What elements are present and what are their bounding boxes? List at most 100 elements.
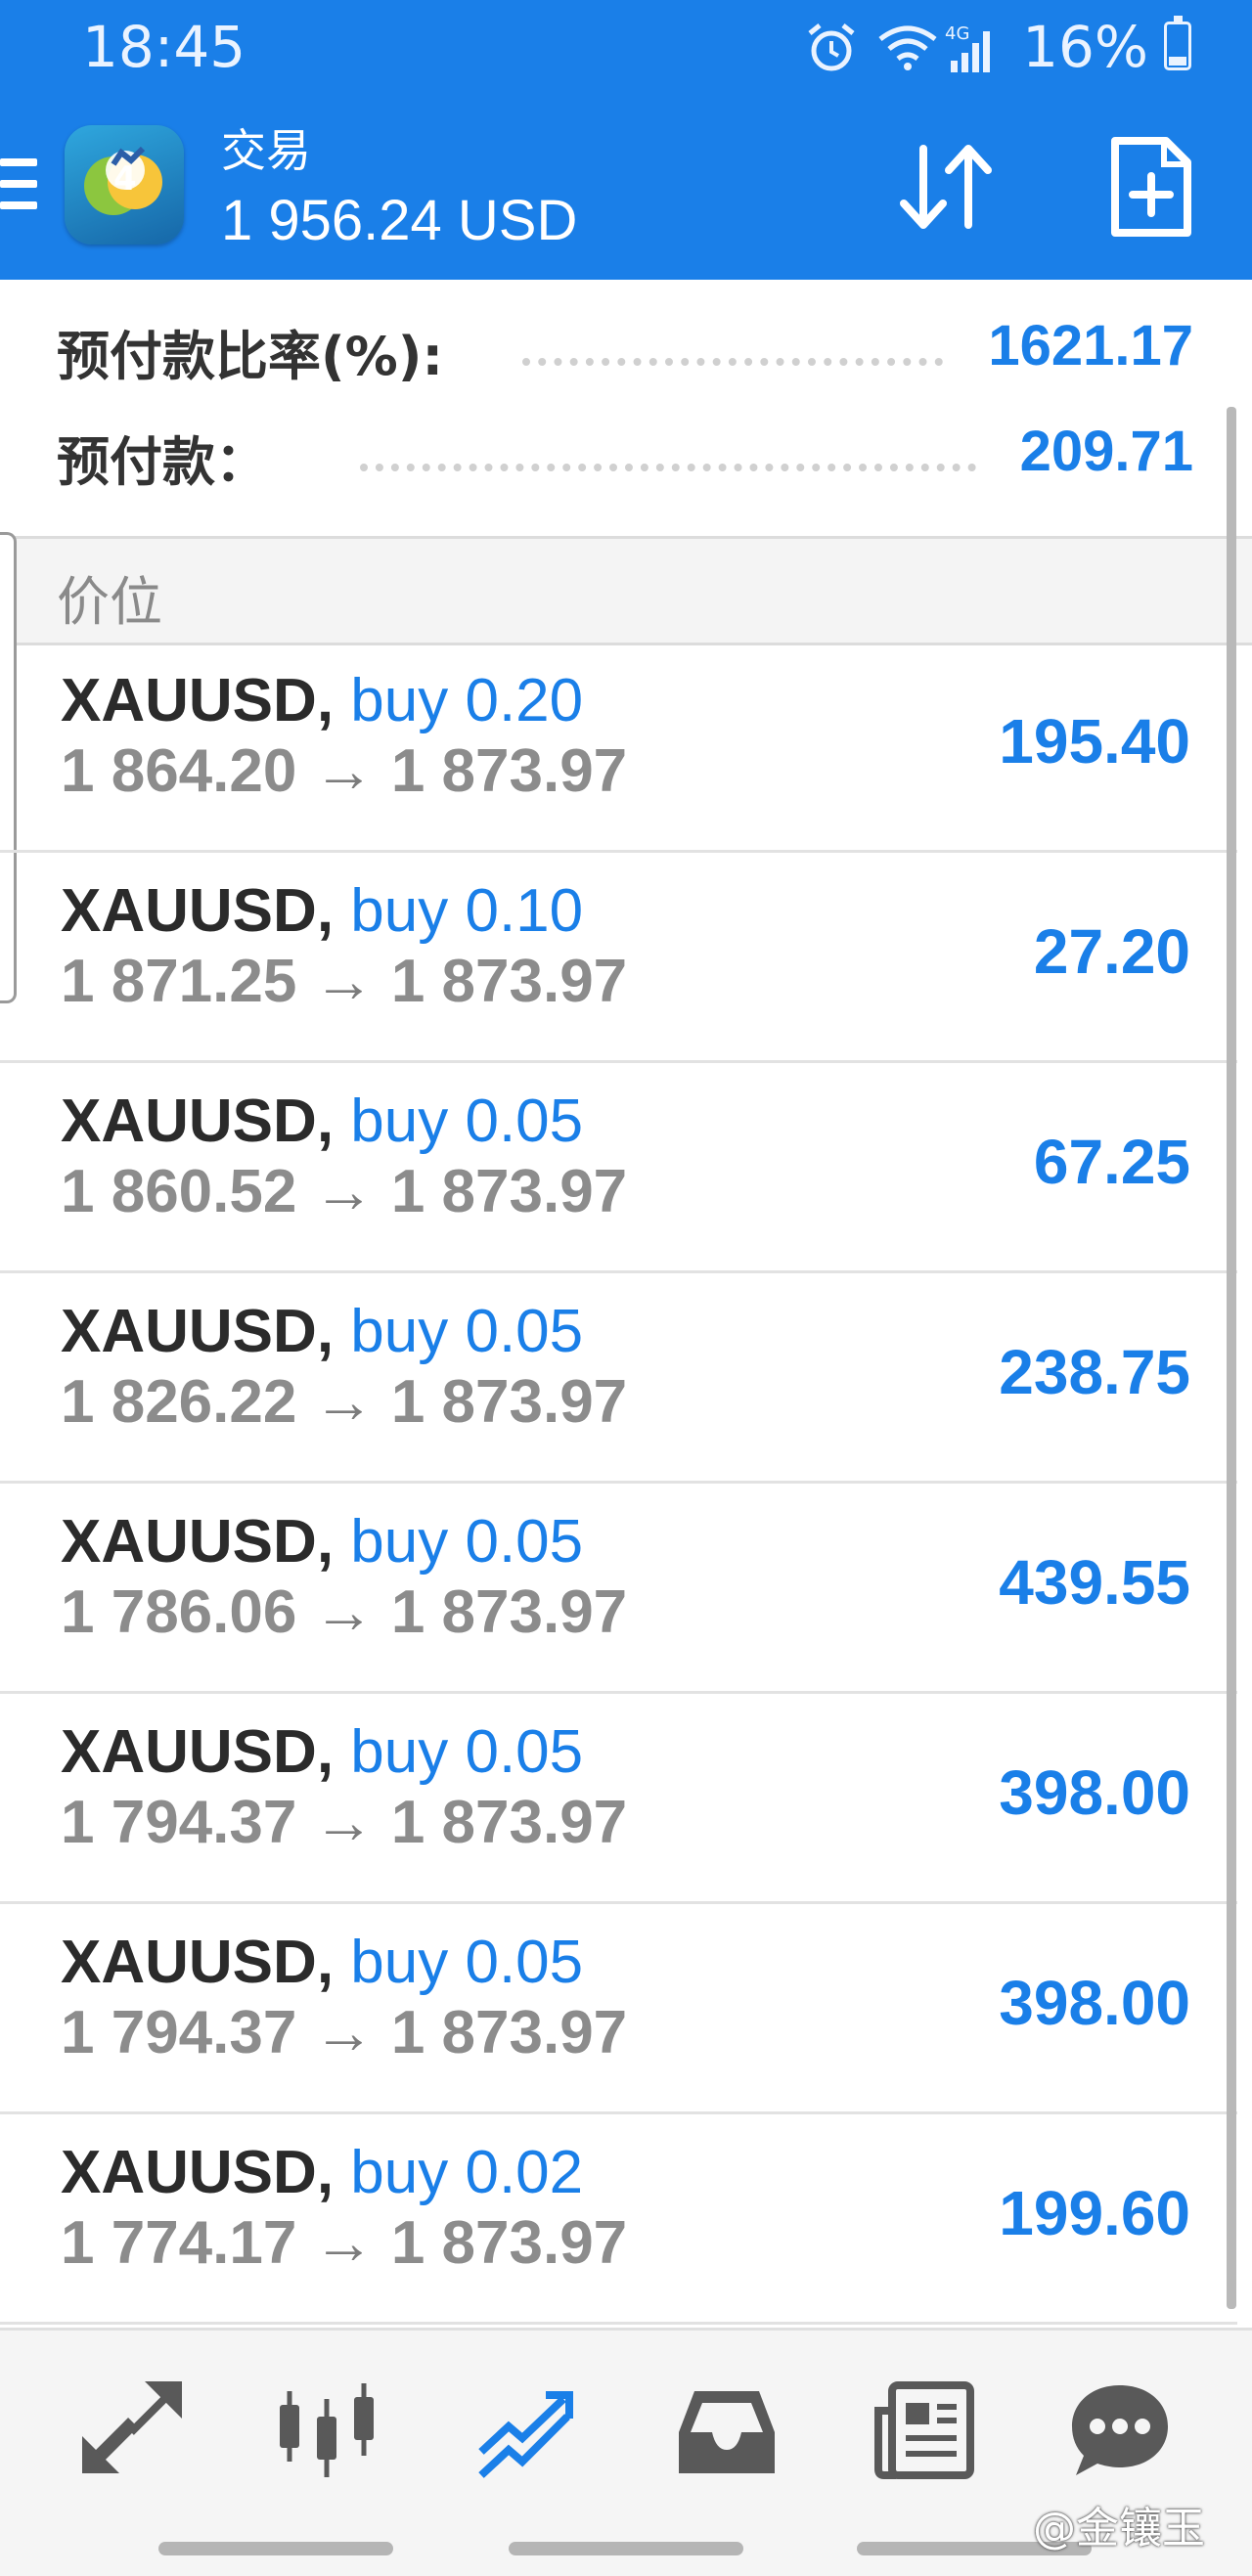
price-arrow: → [313, 2209, 375, 2277]
position-type: buy 0.05 [350, 1088, 584, 1155]
price-arrow: → [313, 1158, 375, 1225]
open-price: 1 774.17 [61, 2209, 297, 2277]
chart-icon[interactable] [274, 2377, 381, 2485]
svg-text:4: 4 [113, 159, 137, 199]
position-separator: , [316, 1929, 335, 1996]
menu-icon[interactable] [0, 158, 37, 213]
position-separator: , [316, 1088, 335, 1155]
open-price: 1 794.37 [61, 1789, 297, 1856]
current-price: 1 873.97 [390, 1368, 628, 1436]
position-row[interactable]: XAUUSD, buy 0.05 1 794.37 → 1 873.97 398.0… [0, 1694, 1237, 1904]
nav-bar-indicator [509, 2542, 743, 2555]
position-type: buy 0.05 [350, 1929, 584, 1996]
price-arrow: → [313, 948, 375, 1015]
price-arrow: → [313, 1368, 375, 1436]
position-profit: 238.75 [999, 1337, 1190, 1407]
position-row[interactable]: XAUUSD, buy 0.02 1 774.17 → 1 873.97 199.6… [0, 2114, 1237, 2325]
watermark: @金镶玉 [1033, 2504, 1205, 2554]
position-prices: 1 786.06 → 1 873.97 [61, 1577, 627, 1647]
position-symbol: XAUUSD [61, 877, 317, 945]
alarm-icon [808, 23, 855, 71]
current-price: 1 873.97 [390, 2209, 628, 2277]
signal-4g-icon: 4G [945, 23, 990, 72]
toolbar: 4 交易 1 956.24 USD [0, 94, 1252, 280]
position-separator: , [316, 1508, 335, 1576]
margin-level-row: 预付款比率(%): 1621.17 [0, 295, 1252, 393]
scrollbar[interactable] [1227, 407, 1236, 2309]
position-profit: 398.00 [999, 1757, 1190, 1828]
position-profit: 199.60 [999, 2178, 1190, 2248]
position-type: buy 0.10 [350, 877, 584, 945]
positions-header[interactable]: 价位 [0, 536, 1252, 645]
position-row[interactable]: XAUUSD, buy 0.10 1 871.25 → 1 873.97 27.20 [0, 853, 1237, 1063]
open-price: 1 864.20 [61, 737, 297, 805]
open-price: 1 871.25 [61, 948, 297, 1015]
dotted-leader [360, 454, 976, 471]
dotted-leader [522, 348, 943, 366]
price-arrow: → [313, 1789, 375, 1856]
open-price: 1 794.37 [61, 1999, 297, 2066]
position-prices: 1 794.37 → 1 873.97 [61, 1998, 627, 2067]
battery-icon [1164, 16, 1191, 70]
position-profit: 27.20 [1033, 916, 1190, 987]
position-separator: , [316, 2139, 335, 2206]
position-separator: , [316, 877, 335, 945]
battery-percent: 16% [1022, 14, 1148, 80]
position-prices: 1 774.17 → 1 873.97 [61, 2208, 627, 2278]
position-prices: 1 871.25 → 1 873.97 [61, 947, 627, 1016]
open-price: 1 826.22 [61, 1368, 297, 1436]
position-profit: 195.40 [999, 706, 1190, 777]
position-title: XAUUSD, buy 0.05 [61, 1717, 583, 1787]
position-type: buy 0.05 [350, 1718, 584, 1786]
new-order-icon[interactable] [1097, 133, 1205, 241]
price-arrow: → [313, 1578, 375, 1646]
position-prices: 1 860.52 → 1 873.97 [61, 1157, 627, 1226]
position-type: buy 0.05 [350, 1508, 584, 1576]
margin-level-value: 1621.17 [988, 314, 1193, 378]
position-title: XAUUSD, buy 0.05 [61, 1507, 583, 1577]
quotes-icon[interactable] [78, 2377, 186, 2485]
current-price: 1 873.97 [390, 1158, 628, 1225]
news-icon[interactable] [871, 2377, 978, 2485]
margin-level-label: 预付款比率(%): [57, 326, 444, 387]
position-row[interactable]: XAUUSD, buy 0.05 1 786.06 → 1 873.97 439.5… [0, 1484, 1237, 1694]
position-profit: 439.55 [999, 1547, 1190, 1618]
svg-text:4G: 4G [945, 23, 969, 44]
position-symbol: XAUUSD [61, 667, 317, 734]
position-title: XAUUSD, buy 0.05 [61, 1928, 583, 1997]
sort-icon[interactable] [892, 133, 1000, 241]
position-symbol: XAUUSD [61, 1298, 317, 1365]
chat-icon[interactable] [1066, 2377, 1174, 2485]
margin-value: 209.71 [1019, 420, 1193, 483]
position-prices: 1 794.37 → 1 873.97 [61, 1788, 627, 1857]
positions-header-label: 价位 [57, 571, 162, 633]
position-separator: , [316, 1298, 335, 1365]
position-title: XAUUSD, buy 0.10 [61, 876, 583, 946]
nav-bar-indicator [158, 2542, 393, 2555]
position-row[interactable]: XAUUSD, buy 0.05 1 794.37 → 1 873.97 398.0… [0, 1904, 1237, 2114]
current-price: 1 873.97 [390, 948, 628, 1015]
history-icon[interactable] [673, 2377, 781, 2485]
position-prices: 1 864.20 → 1 873.97 [61, 736, 627, 806]
position-symbol: XAUUSD [61, 1929, 317, 1996]
trade-icon[interactable] [473, 2377, 581, 2485]
margin-label: 预付款： [57, 431, 268, 493]
position-symbol: XAUUSD [61, 1718, 317, 1786]
position-row[interactable]: XAUUSD, buy 0.20 1 864.20 → 1 873.97 195.4… [0, 643, 1237, 853]
price-arrow: → [313, 737, 375, 805]
position-profit: 67.25 [1033, 1127, 1190, 1197]
position-separator: , [316, 1718, 335, 1786]
position-title: XAUUSD, buy 0.05 [61, 1297, 583, 1366]
app-logo: 4 [65, 125, 184, 244]
wifi-icon [878, 25, 937, 70]
position-type: buy 0.02 [350, 2139, 584, 2206]
position-symbol: XAUUSD [61, 2139, 317, 2206]
position-type: buy 0.05 [350, 1298, 584, 1365]
price-arrow: → [313, 1999, 375, 2066]
position-symbol: XAUUSD [61, 1508, 317, 1576]
margin-row: 预付款： 209.71 [0, 401, 1252, 499]
status-time: 18:45 [82, 14, 246, 80]
position-row[interactable]: XAUUSD, buy 0.05 1 826.22 → 1 873.97 238.7… [0, 1273, 1237, 1484]
current-price: 1 873.97 [390, 737, 628, 805]
position-row[interactable]: XAUUSD, buy 0.05 1 860.52 → 1 873.97 67.25 [0, 1063, 1237, 1273]
